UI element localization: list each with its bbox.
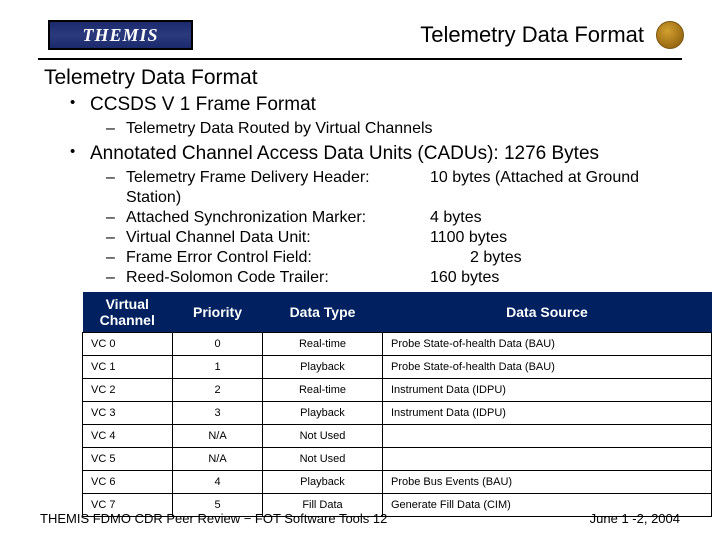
- table-cell: Real-time: [263, 379, 383, 402]
- table-cell: [383, 425, 712, 448]
- header-bar: THEMIS Telemetry Data Format: [0, 0, 720, 58]
- table-cell: 0: [173, 333, 263, 356]
- table-row: VC 4N/ANot Used: [83, 425, 712, 448]
- table-cell: VC 4: [83, 425, 173, 448]
- mission-seal-icon: [656, 21, 684, 49]
- table-row: VC 11PlaybackProbe State-of-health Data …: [83, 356, 712, 379]
- table-cell: 4: [173, 471, 263, 494]
- footer-left: THEMIS FDMO CDR Peer Review − FOT Softwa…: [40, 511, 387, 526]
- table-cell: VC 1: [83, 356, 173, 379]
- table-cell: Playback: [263, 356, 383, 379]
- table-cell: Not Used: [263, 425, 383, 448]
- table-cell: VC 5: [83, 448, 173, 471]
- table-cell: 3: [173, 402, 263, 425]
- table-row: VC 64PlaybackProbe Bus Events (BAU): [83, 471, 712, 494]
- table-cell: Instrument Data (IDPU): [383, 402, 712, 425]
- bullet-text: Annotated Channel Access Data Units (CAD…: [90, 143, 599, 164]
- sub-bullet: Reed-Solomon Code Trailer:160 bytes: [90, 268, 690, 288]
- bullet-ccsds: CCSDS V 1 Frame Format Telemetry Data Ro…: [44, 94, 690, 139]
- footer: THEMIS FDMO CDR Peer Review − FOT Softwa…: [0, 511, 720, 526]
- table-header: Data Source: [383, 292, 712, 333]
- logo-text: THEMIS: [82, 25, 158, 46]
- table-header: Priority: [173, 292, 263, 333]
- table-cell: N/A: [173, 425, 263, 448]
- table-row: VC 00Real-timeProbe State-of-health Data…: [83, 333, 712, 356]
- bullet-cadu: Annotated Channel Access Data Units (CAD…: [44, 143, 690, 288]
- bullet-text: CCSDS V 1 Frame Format: [90, 94, 316, 115]
- bullet-list: CCSDS V 1 Frame Format Telemetry Data Ro…: [44, 94, 690, 288]
- sub-bullet: Frame Error Control Field:2 bytes: [90, 248, 690, 268]
- table-cell: Probe Bus Events (BAU): [383, 471, 712, 494]
- table-cell: Playback: [263, 402, 383, 425]
- table-cell: VC 2: [83, 379, 173, 402]
- table-cell: 1: [173, 356, 263, 379]
- header-title: Telemetry Data Format: [420, 22, 644, 48]
- sub-bullet: Telemetry Data Routed by Virtual Channel…: [90, 119, 690, 139]
- table-cell: Playback: [263, 471, 383, 494]
- table-cell: Instrument Data (IDPU): [383, 379, 712, 402]
- table-cell: 2: [173, 379, 263, 402]
- table-cell: Probe State-of-health Data (BAU): [383, 333, 712, 356]
- table-cell: Not Used: [263, 448, 383, 471]
- table-cell: N/A: [173, 448, 263, 471]
- table-row: VC 5N/ANot Used: [83, 448, 712, 471]
- table-row: VC 22Real-timeInstrument Data (IDPU): [83, 379, 712, 402]
- table-cell: Real-time: [263, 333, 383, 356]
- table-header: Virtual Channel: [83, 292, 173, 333]
- footer-right: June 1 -2, 2004: [590, 511, 680, 526]
- themis-logo: THEMIS: [48, 20, 193, 50]
- table-header: Data Type: [263, 292, 383, 333]
- sub-bullet: Virtual Channel Data Unit:1100 bytes: [90, 228, 690, 248]
- table-cell: Probe State-of-health Data (BAU): [383, 356, 712, 379]
- vc-table: Virtual ChannelPriorityData TypeData Sou…: [82, 292, 712, 517]
- sub-bullet: Telemetry Frame Delivery Header:10 bytes…: [90, 168, 690, 188]
- slide-body: Telemetry Data Format CCSDS V 1 Frame Fo…: [0, 60, 720, 517]
- slide-title: Telemetry Data Format: [44, 66, 690, 90]
- sub-bullet: Station): [90, 188, 690, 208]
- sub-bullet: Attached Synchronization Marker:4 bytes: [90, 208, 690, 228]
- table-cell: VC 6: [83, 471, 173, 494]
- table-row: VC 33PlaybackInstrument Data (IDPU): [83, 402, 712, 425]
- table-cell: [383, 448, 712, 471]
- table-cell: VC 3: [83, 402, 173, 425]
- table-cell: VC 0: [83, 333, 173, 356]
